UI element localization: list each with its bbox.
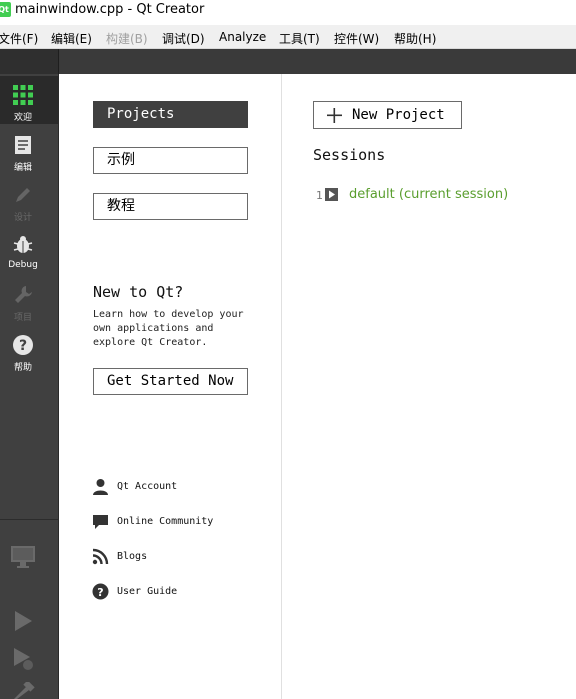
session-name-link[interactable]: default (current session) bbox=[349, 187, 508, 202]
mode-projects[interactable]: 项目 bbox=[0, 276, 59, 324]
build-hammer-icon[interactable] bbox=[12, 682, 36, 699]
tool-strip bbox=[0, 49, 576, 74]
mode-label: 项目 bbox=[13, 313, 32, 323]
mode-label: Debug bbox=[8, 260, 38, 270]
sessions-title: Sessions bbox=[313, 146, 386, 164]
play-icon bbox=[325, 188, 338, 201]
svg-text:?: ? bbox=[19, 338, 27, 354]
link-label: Blogs bbox=[117, 551, 148, 562]
mode-debug[interactable]: Debug bbox=[0, 226, 59, 274]
chat-icon bbox=[93, 515, 108, 529]
svg-text:?: ? bbox=[97, 586, 103, 599]
mode-bar-divider bbox=[0, 519, 59, 520]
mode-label: 帮助 bbox=[13, 363, 32, 373]
session-number: 1 bbox=[316, 189, 323, 202]
run-icon[interactable] bbox=[13, 610, 33, 632]
mode-bar-top bbox=[0, 49, 59, 74]
qt-creator-app-icon: Qt bbox=[0, 2, 11, 17]
mode-welcome[interactable]: 欢迎 bbox=[0, 76, 59, 124]
link-label: User Guide bbox=[117, 586, 178, 597]
menu-edit[interactable]: 编辑(E) bbox=[51, 30, 92, 47]
menu-tools[interactable]: 工具(T) bbox=[279, 30, 320, 47]
menu-file[interactable]: 文件(F) bbox=[0, 30, 38, 47]
new-project-button[interactable]: New Project bbox=[313, 101, 462, 129]
pencil-icon bbox=[16, 188, 30, 202]
new-to-qt-description: Learn how to develop your own applicatio… bbox=[93, 309, 244, 348]
menu-help[interactable]: 帮助(H) bbox=[394, 30, 436, 47]
mode-bar: 欢迎 编辑 设计 Debug 项目 ? 帮助 bbox=[0, 74, 59, 699]
menu-analyze[interactable]: Analyze bbox=[219, 30, 266, 44]
mode-edit[interactable]: 编辑 bbox=[0, 126, 59, 174]
menu-debug[interactable]: 调试(D) bbox=[162, 30, 205, 47]
monitor-icon[interactable] bbox=[10, 544, 36, 570]
plus-icon bbox=[327, 108, 342, 123]
projects-button[interactable]: Projects bbox=[93, 101, 248, 128]
session-item[interactable]: 1 default (current session) bbox=[316, 187, 556, 203]
document-icon bbox=[15, 136, 31, 154]
mode-label: 设计 bbox=[13, 213, 32, 223]
mode-help[interactable]: ? 帮助 bbox=[0, 326, 59, 374]
menu-widgets[interactable]: 控件(W) bbox=[334, 30, 379, 47]
get-started-button[interactable]: Get Started Now bbox=[93, 368, 248, 395]
menu-bar: 文件(F) 编辑(E) 构建(B) 调试(D) Analyze 工具(T) 控件… bbox=[0, 25, 576, 49]
mode-label: 欢迎 bbox=[13, 113, 32, 123]
new-to-qt-title: New to Qt? bbox=[93, 283, 184, 301]
wrench-icon bbox=[15, 286, 32, 303]
new-project-label: New Project bbox=[352, 107, 445, 123]
projects-panel: New Project Sessions 1 default (current … bbox=[283, 74, 576, 699]
menu-build[interactable]: 构建(B) bbox=[106, 30, 148, 47]
window-title: mainwindow.cpp - Qt Creator bbox=[15, 2, 205, 17]
mode-design[interactable]: 设计 bbox=[0, 176, 59, 224]
title-bar: Qt mainwindow.cpp - Qt Creator bbox=[0, 0, 576, 25]
link-label: Online Community bbox=[117, 516, 214, 527]
help-icon: ? bbox=[13, 335, 33, 355]
welcome-sidebar: Projects 示例 教程 New to Qt? Learn how to d… bbox=[60, 74, 282, 699]
question-icon: ? bbox=[92, 583, 109, 600]
bug-icon bbox=[13, 236, 33, 253]
user-icon bbox=[93, 479, 108, 495]
debug-run-icon[interactable] bbox=[13, 647, 35, 671]
rss-icon bbox=[92, 548, 109, 565]
tutorials-button[interactable]: 教程 bbox=[93, 193, 248, 220]
grid-icon bbox=[13, 85, 33, 105]
examples-button[interactable]: 示例 bbox=[93, 147, 248, 174]
link-label: Qt Account bbox=[117, 481, 178, 492]
mode-label: 编辑 bbox=[13, 163, 32, 173]
